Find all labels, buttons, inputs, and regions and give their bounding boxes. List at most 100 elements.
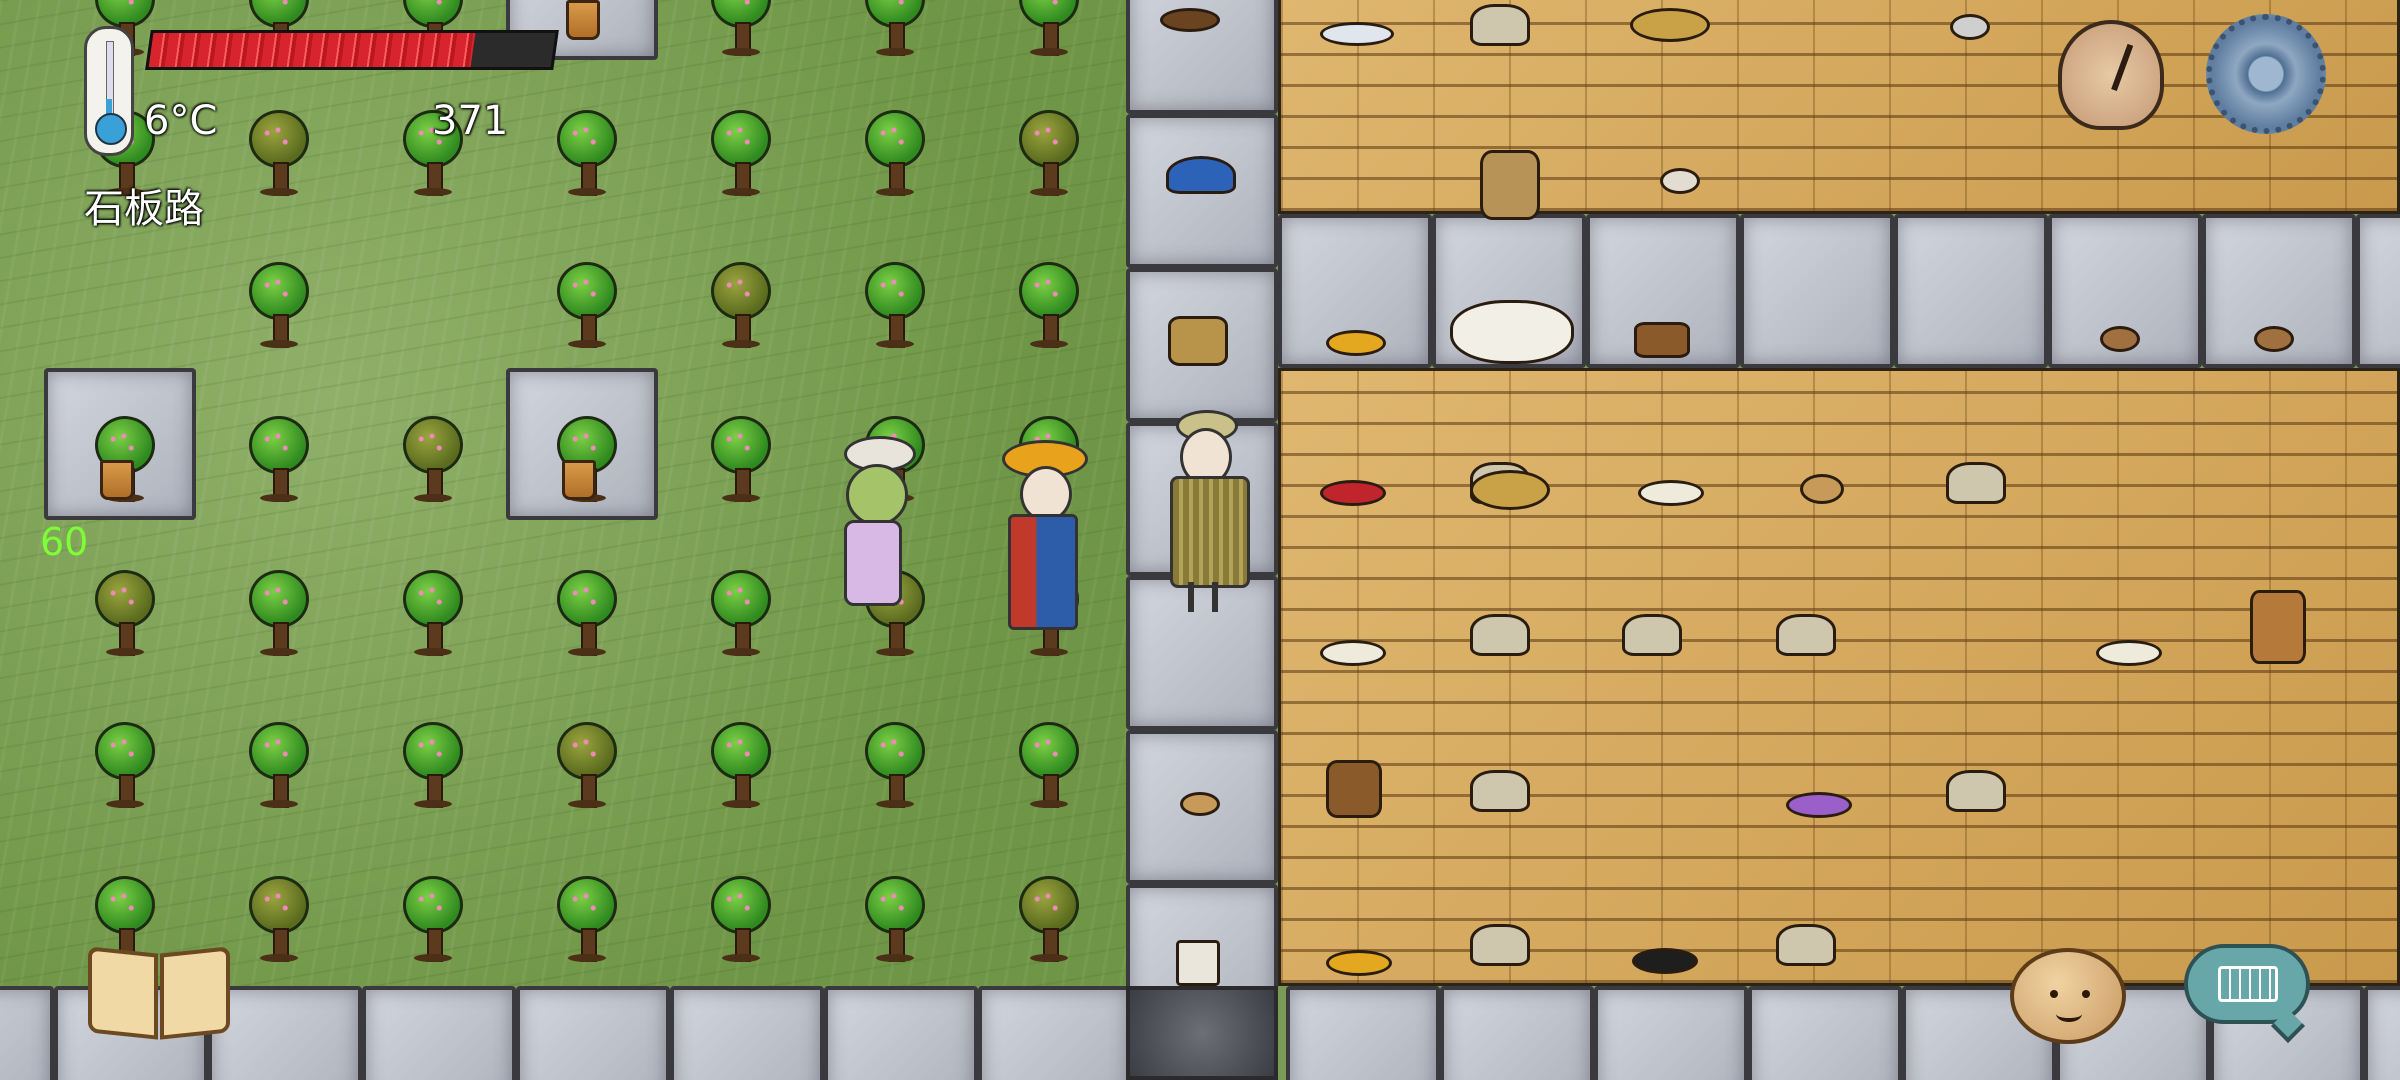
fruit-tree[interactable] xyxy=(244,570,314,660)
fruit-tree[interactable] xyxy=(706,416,776,506)
clay-bowl[interactable] xyxy=(2254,326,2294,352)
fruit-tree[interactable] xyxy=(552,262,622,352)
red-dye-pile[interactable] xyxy=(1320,480,1386,506)
stone-tile[interactable] xyxy=(516,986,670,1080)
clay-bowl[interactable] xyxy=(1950,14,1990,40)
stone-tile[interactable] xyxy=(2364,986,2400,1080)
stone-tile[interactable] xyxy=(1894,214,2048,368)
fruit-tree[interactable] xyxy=(398,722,468,812)
seed-bowl[interactable] xyxy=(1180,792,1220,816)
fruit-tree[interactable] xyxy=(244,262,314,352)
rabbit-trap[interactable] xyxy=(1946,770,2006,812)
yellow-dye-pile[interactable] xyxy=(1326,950,1392,976)
fruit-tree[interactable] xyxy=(860,262,930,352)
fruit-tree[interactable] xyxy=(1014,0,1084,60)
dirt-pile[interactable] xyxy=(1160,8,1220,32)
wool-pile[interactable] xyxy=(2096,640,2162,666)
grass-skirt[interactable] xyxy=(1168,316,1228,366)
fruit-tree[interactable] xyxy=(1014,722,1084,812)
fruit-tree[interactable] xyxy=(706,876,776,966)
stone-tile[interactable] xyxy=(978,986,1132,1080)
fruit-tree[interactable] xyxy=(244,722,314,812)
stone-tile[interactable] xyxy=(1740,214,1894,368)
rabbit-trap[interactable] xyxy=(1470,924,1530,966)
fruit-tree[interactable] xyxy=(244,110,314,200)
water-bucket[interactable] xyxy=(566,0,600,40)
fruit-tree[interactable] xyxy=(1014,876,1084,966)
rabbit-trap[interactable] xyxy=(1470,4,1530,46)
wicker-basket[interactable] xyxy=(1480,150,1540,220)
charcoal-pile[interactable] xyxy=(1632,948,1698,974)
fruit-tree[interactable] xyxy=(1014,110,1084,200)
clay-bowl[interactable] xyxy=(1660,168,1700,194)
fruit-tree[interactable] xyxy=(552,722,622,812)
floor-tile[interactable] xyxy=(1278,368,2400,986)
fps-counter: 60 xyxy=(40,520,89,564)
fruit-tree[interactable] xyxy=(860,722,930,812)
journal-button[interactable] xyxy=(88,940,238,1042)
purple-dye-pile[interactable] xyxy=(1786,792,1852,818)
game-world[interactable] xyxy=(0,0,2400,1080)
stone-tile[interactable] xyxy=(2356,214,2400,368)
fruit-tree[interactable] xyxy=(244,876,314,966)
wooden-barrel[interactable] xyxy=(2250,590,2306,664)
wool-pile[interactable] xyxy=(1320,640,1386,666)
clay-bowl[interactable] xyxy=(1800,474,1844,504)
fruit-tree[interactable] xyxy=(398,416,468,506)
wool-pile[interactable] xyxy=(1638,480,1704,506)
rabbit-trap[interactable] xyxy=(1470,614,1530,656)
wicker-basket[interactable] xyxy=(1634,322,1690,358)
npc-grass-cape[interactable] xyxy=(1162,406,1258,616)
fruit-tree[interactable] xyxy=(398,876,468,966)
fruit-tree[interactable] xyxy=(90,722,160,812)
rabbit-trap[interactable] xyxy=(1470,770,1530,812)
water-bucket[interactable] xyxy=(100,460,134,500)
thermometer-icon xyxy=(84,26,134,156)
emote-face-icon xyxy=(2056,1006,2082,1022)
stone-tile[interactable] xyxy=(1594,986,1748,1080)
fruit-tree[interactable] xyxy=(398,570,468,660)
fruit-tree[interactable] xyxy=(860,876,930,966)
fruit-tree[interactable] xyxy=(706,570,776,660)
keyboard-button[interactable] xyxy=(2184,944,2310,1043)
rabbit-trap[interactable] xyxy=(1622,614,1682,656)
stone-tile[interactable] xyxy=(1286,986,1440,1080)
fruit-tree[interactable] xyxy=(552,570,622,660)
stone-well[interactable] xyxy=(1126,986,1278,1080)
fruit-tree[interactable] xyxy=(244,416,314,506)
rabbit-trap[interactable] xyxy=(1776,614,1836,656)
clock-button[interactable] xyxy=(2058,20,2164,130)
fruit-tree[interactable] xyxy=(90,570,160,660)
fruit-tree[interactable] xyxy=(706,262,776,352)
yellow-dye-pile[interactable] xyxy=(1326,330,1386,356)
rabbit-trap[interactable] xyxy=(1946,462,2006,504)
straw-nest[interactable] xyxy=(1470,470,1550,510)
fruit-tree[interactable] xyxy=(552,110,622,200)
fruit-tree[interactable] xyxy=(706,110,776,200)
fruit-tree[interactable] xyxy=(1014,262,1084,352)
water-bucket[interactable] xyxy=(562,460,596,500)
fleece-pile[interactable] xyxy=(1450,300,1574,364)
stone-tile[interactable] xyxy=(824,986,978,1080)
npc-white-hat[interactable] xyxy=(826,420,930,610)
pants[interactable] xyxy=(1176,940,1220,986)
fruit-tree[interactable] xyxy=(706,0,776,60)
blue-hat[interactable] xyxy=(1166,156,1236,194)
fruit-tree[interactable] xyxy=(860,0,930,60)
stone-tile[interactable] xyxy=(1440,986,1594,1080)
stone-tile[interactable] xyxy=(1748,986,1902,1080)
fruit-tree[interactable] xyxy=(860,110,930,200)
settings-button[interactable] xyxy=(2206,14,2326,134)
fruit-tree[interactable] xyxy=(552,876,622,966)
stone-tile[interactable] xyxy=(0,986,54,1080)
fruit-tree[interactable] xyxy=(706,722,776,812)
bone-pile[interactable] xyxy=(1320,22,1394,46)
clay-bowl[interactable] xyxy=(2100,326,2140,352)
rabbit-trap[interactable] xyxy=(1776,924,1836,966)
emote-button[interactable] xyxy=(2010,948,2126,1044)
stone-tile[interactable] xyxy=(362,986,516,1080)
player-yellow-hat[interactable] xyxy=(998,436,1088,636)
wicker-basket[interactable] xyxy=(1326,760,1382,818)
stone-tile[interactable] xyxy=(670,986,824,1080)
straw-nest[interactable] xyxy=(1630,8,1710,42)
